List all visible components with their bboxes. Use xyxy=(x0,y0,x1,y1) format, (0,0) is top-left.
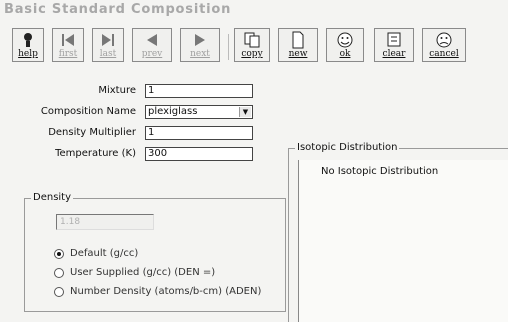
clear-icon xyxy=(387,32,401,47)
temperature-field[interactable]: 300 xyxy=(145,147,253,161)
copy-icon xyxy=(244,32,260,48)
radio-number-density[interactable] xyxy=(54,286,64,297)
density-user-supplied-label: User Supplied (g/cc) (DEN =) xyxy=(70,267,216,278)
density-number-option[interactable]: Number Density (atoms/b-cm) (ADEN) xyxy=(54,286,261,297)
mixture-label: Mixture xyxy=(98,85,136,96)
prev-button[interactable]: prev xyxy=(132,28,172,62)
ok-icon xyxy=(337,32,353,48)
next-button[interactable]: next xyxy=(180,28,220,62)
cancel-icon xyxy=(436,32,452,48)
next-icon xyxy=(195,34,205,46)
clear-button[interactable]: clear xyxy=(374,28,414,62)
isotopic-distribution-list[interactable]: No Isotopic Distribution xyxy=(298,160,508,322)
chevron-down-icon[interactable]: ▼ xyxy=(239,107,251,117)
radio-default[interactable] xyxy=(54,248,64,259)
first-icon xyxy=(62,34,74,46)
density-default-label: Default (g/cc) xyxy=(70,248,139,259)
new-icon xyxy=(292,31,304,49)
copy-button[interactable]: copy xyxy=(234,28,270,62)
density-multiplier-field[interactable]: 1 xyxy=(145,126,253,140)
toolbar-separator xyxy=(228,34,229,60)
mixture-field[interactable]: 1 xyxy=(145,84,253,98)
toolbar: help first last prev next copy new ok cl… xyxy=(12,28,506,64)
density-number-label: Number Density (atoms/b-cm) (ADEN) xyxy=(70,286,262,297)
last-button[interactable]: last xyxy=(92,28,124,62)
density-value-field[interactable]: 1.18 xyxy=(56,214,154,230)
help-button[interactable]: help xyxy=(12,28,44,62)
composition-name-label: Composition Name xyxy=(40,106,136,117)
help-icon xyxy=(24,33,32,47)
first-button[interactable]: first xyxy=(52,28,84,62)
window-title: Basic Standard Composition xyxy=(4,2,232,17)
ok-button[interactable]: ok xyxy=(326,28,364,62)
density-group-title: Density xyxy=(31,192,74,203)
density-user-supplied-option[interactable]: User Supplied (g/cc) (DEN =) xyxy=(54,267,215,278)
new-button[interactable]: new xyxy=(278,28,318,62)
density-default-option[interactable]: Default (g/cc) xyxy=(54,248,138,259)
isotopic-distribution-title: Isotopic Distribution xyxy=(295,142,400,153)
temperature-label: Temperature (K) xyxy=(55,148,136,159)
cancel-button[interactable]: cancel xyxy=(422,28,466,62)
radio-user-supplied[interactable] xyxy=(54,267,64,278)
prev-icon xyxy=(147,34,157,46)
density-multiplier-label: Density Multiplier xyxy=(48,127,136,138)
composition-name-value: plexiglass xyxy=(148,106,198,117)
list-item[interactable]: No Isotopic Distribution xyxy=(321,166,438,177)
last-icon xyxy=(102,34,114,46)
composition-name-select[interactable]: plexiglass ▼ xyxy=(145,105,253,119)
